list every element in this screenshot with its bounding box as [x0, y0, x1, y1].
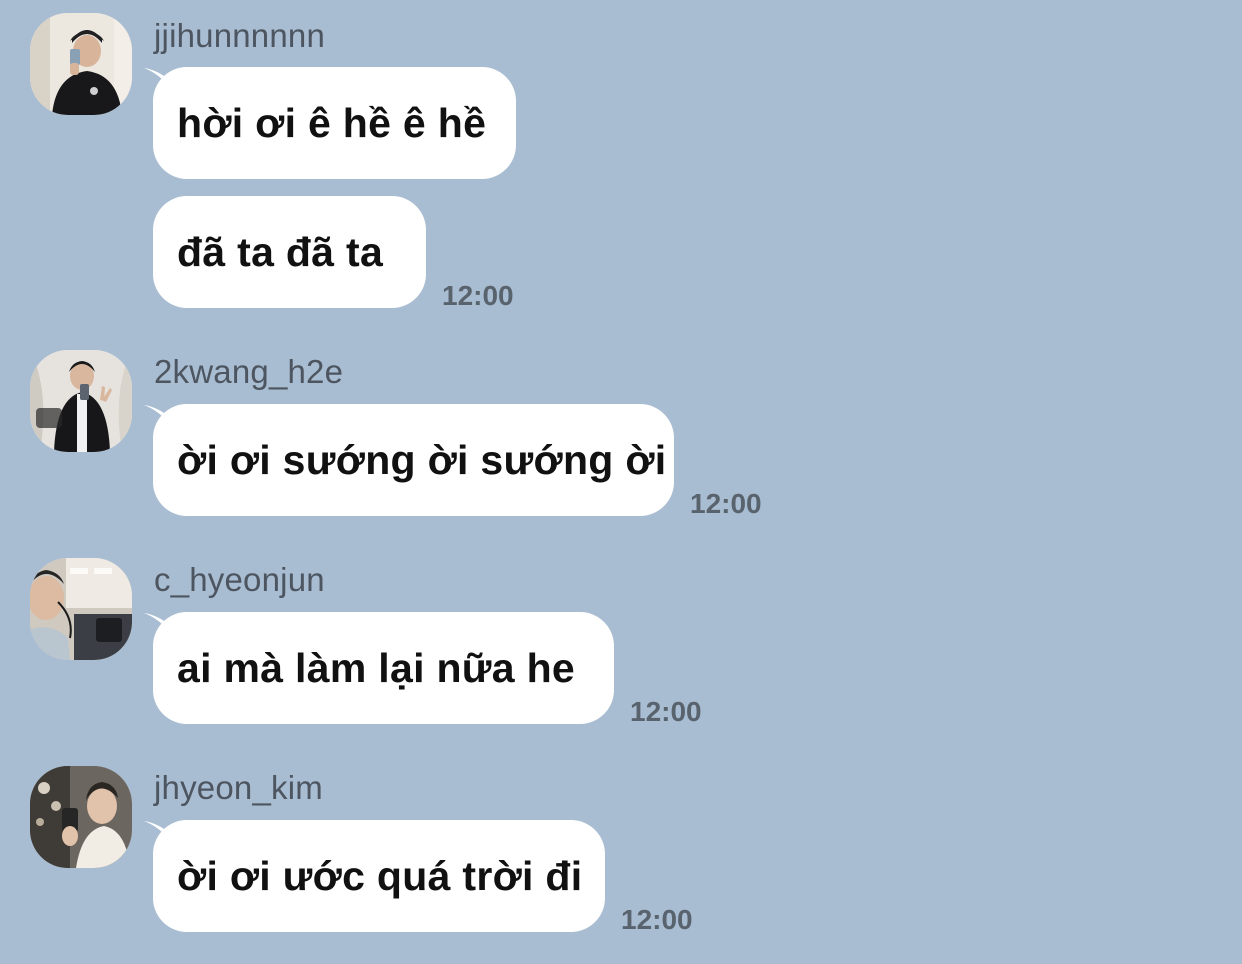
- message-text: hời ơi ê hề ê hề: [177, 99, 487, 146]
- sender-name: jjihunnnnnn: [154, 17, 326, 54]
- avatar[interactable]: [30, 558, 132, 660]
- avatar-photo-icon: [30, 766, 132, 868]
- message-time: 12:00: [621, 904, 693, 935]
- sender-name: 2kwang_h2e: [154, 353, 344, 390]
- sender-name: c_hyeonjun: [154, 561, 325, 598]
- message-time: 12:00: [690, 488, 762, 519]
- message-bubble[interactable]: ai mà làm lại nữa he: [153, 612, 614, 724]
- message-bubble[interactable]: hời ơi ê hề ê hề: [153, 67, 516, 179]
- avatar-photo-icon: [30, 13, 132, 115]
- message-text: ời ơi ước quá trời đi: [177, 852, 583, 899]
- avatar-photo-icon: [30, 350, 132, 452]
- message-text: ời ơi sướng ời sướng ời: [177, 436, 667, 483]
- chat-message-list: jjihunnnnnn hời ơi ê hề ê hề đã ta đã ta…: [0, 0, 1242, 964]
- message-time: 12:00: [630, 696, 702, 727]
- avatar-photo-icon: [30, 558, 132, 660]
- message-bubble[interactable]: đã ta đã ta: [153, 196, 426, 308]
- avatar[interactable]: [30, 350, 132, 452]
- message-bubble[interactable]: ời ơi sướng ời sướng ời: [153, 404, 674, 516]
- avatar[interactable]: [30, 766, 132, 868]
- message-text: đã ta đã ta: [177, 228, 384, 275]
- sender-name: jhyeon_kim: [154, 769, 323, 806]
- message-text: ai mà làm lại nữa he: [177, 644, 576, 691]
- avatar[interactable]: [30, 13, 132, 115]
- message-bubble[interactable]: ời ơi ước quá trời đi: [153, 820, 605, 932]
- message-time: 12:00: [442, 280, 514, 311]
